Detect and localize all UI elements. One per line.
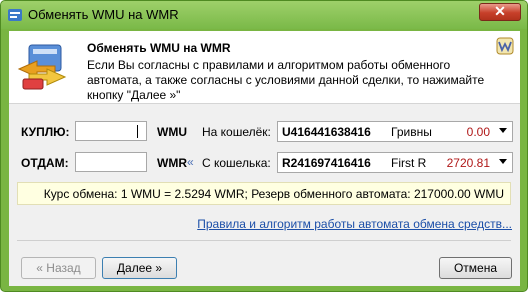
buy-purse-id: U416441638416	[282, 125, 371, 139]
text-caret	[137, 125, 138, 138]
dialog-description: Если Вы согласны с правилами и алгоритмо…	[87, 58, 485, 102]
buy-amount-input[interactable]	[75, 121, 147, 141]
exchange-rate-text: Курс обмена: 1 WMU = 2.5294 WMR; Резерв …	[43, 187, 504, 201]
next-button[interactable]: Далее »	[102, 257, 177, 279]
buy-row: КУПЛЮ: WMU На кошелёк: U416441638416 Гри…	[9, 120, 520, 144]
dropdown-arrow-icon[interactable]	[499, 159, 507, 164]
buy-purse-name: Гривны	[391, 125, 432, 139]
give-purse-balance: 2720.81	[446, 156, 490, 170]
cancel-button[interactable]: Отмена	[439, 257, 512, 279]
divider	[17, 240, 511, 241]
exchange-rate-info: Курс обмена: 1 WMU = 2.5294 WMR; Резерв …	[17, 182, 511, 205]
exchange-icon	[17, 44, 67, 90]
exchange-window: Обменять WMU на WMR ✕ Обменять WMU на WM…	[0, 0, 528, 292]
title-bar: Обменять WMU на WMR ✕	[1, 1, 527, 29]
dialog-heading: Обменять WMU на WMR	[87, 41, 231, 55]
buy-label: КУПЛЮ:	[21, 125, 70, 139]
give-row: ОТДАМ: WMR « С кошелька: R241697416416 F…	[9, 151, 520, 175]
window-title: Обменять WMU на WMR	[28, 7, 179, 22]
give-currency: WMR	[157, 156, 187, 170]
buy-purse-select[interactable]: U416441638416 Гривны 0.00	[277, 121, 513, 142]
buy-purse-label: На кошелёк:	[202, 125, 271, 139]
webmoney-logo-icon	[496, 37, 514, 55]
give-label: ОТДАМ:	[21, 156, 69, 170]
close-icon: ✕	[494, 3, 506, 19]
give-purse-name: First R	[391, 156, 427, 170]
dialog-client: Обменять WMU на WMR Если Вы согласны с п…	[9, 31, 520, 286]
app-icon	[8, 9, 22, 21]
direction-arrow-icon: «	[187, 155, 194, 169]
rules-link[interactable]: Правила и алгоритм работы автомата обмен…	[197, 217, 512, 231]
dropdown-arrow-icon[interactable]	[499, 128, 507, 133]
dialog-body: КУПЛЮ: WMU На кошелёк: U416441638416 Гри…	[9, 104, 520, 286]
back-button[interactable]: « Назад	[21, 257, 96, 279]
give-purse-label: С кошелька:	[202, 156, 271, 170]
buy-currency: WMU	[157, 125, 187, 139]
close-button[interactable]: ✕	[479, 3, 521, 21]
dialog-header: Обменять WMU на WMR Если Вы согласны с п…	[9, 31, 520, 104]
give-amount-input[interactable]	[75, 152, 147, 172]
give-purse-select[interactable]: R241697416416 First R 2720.81	[277, 152, 513, 173]
give-purse-id: R241697416416	[282, 156, 371, 170]
buy-purse-balance: 0.00	[466, 125, 490, 139]
